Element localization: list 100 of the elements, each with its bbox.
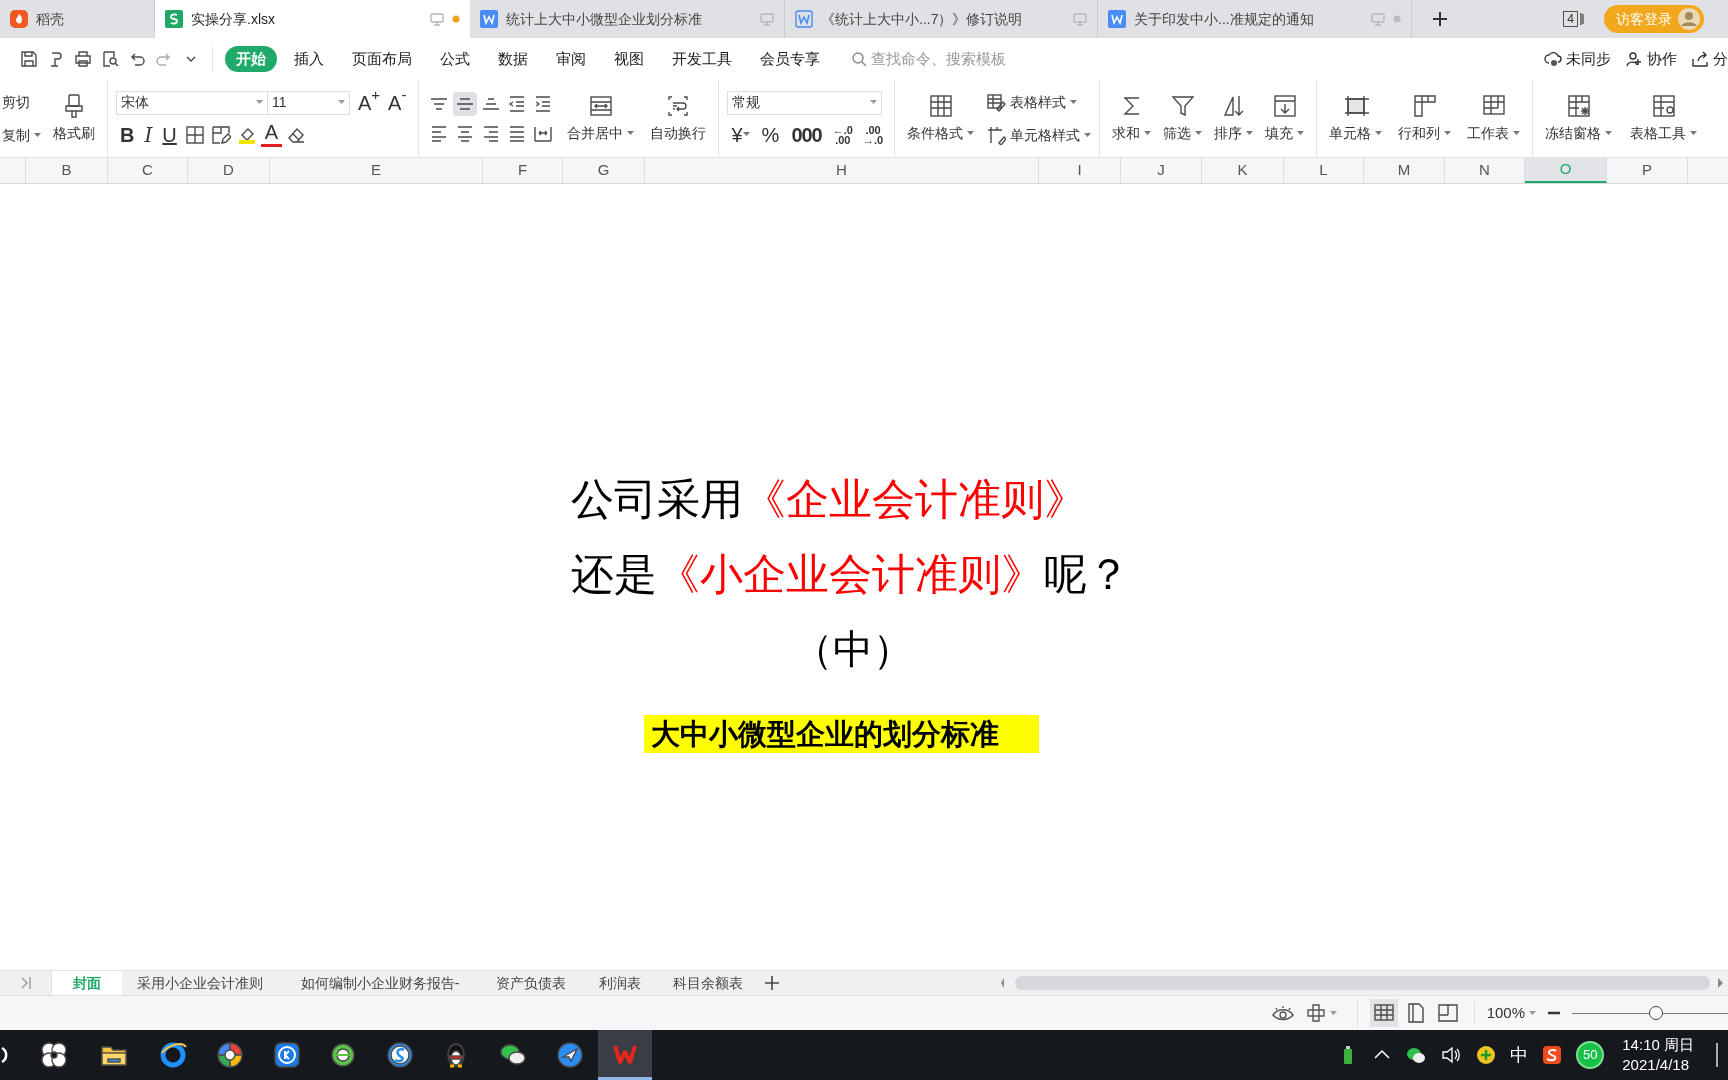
freeze-panes-icon [1565, 93, 1592, 119]
sheet-tab[interactable]: 采用小企业会计准则 [122, 971, 278, 995]
font-size-select[interactable]: 11 [268, 90, 350, 115]
column-header[interactable]: K [1202, 158, 1284, 183]
plus-circle-icon [1476, 1045, 1497, 1065]
search-icon [851, 51, 867, 67]
ribbon-button[interactable]: 剪切 [2, 91, 41, 113]
column-header[interactable]: D [188, 158, 270, 183]
document-icon [1108, 10, 1126, 28]
ribbon-button[interactable]: 格式刷 [49, 84, 99, 153]
ribbon-button[interactable]: 求和 [1108, 84, 1156, 153]
rounded-square-app-icon [272, 1041, 301, 1069]
tray-icon[interactable] [1542, 1045, 1563, 1065]
sogou-icon [1542, 1045, 1563, 1065]
menu-tab[interactable]: 会员专享 [749, 46, 831, 72]
format-button[interactable]: ¥ [727, 122, 754, 147]
menu-tab[interactable]: 视图 [603, 46, 655, 72]
ribbon-button[interactable]: 排序 [1210, 84, 1258, 153]
ribbon-button[interactable]: 合并居中 [563, 84, 639, 153]
toolbar-button[interactable] [20, 50, 38, 68]
format-button[interactable]: A$^{-}$ [384, 90, 411, 115]
decimal-button[interactable]: .00 →.0 [859, 124, 887, 145]
toolbar-button[interactable]: 分 [1691, 47, 1728, 71]
format-button[interactable]: B [116, 122, 139, 147]
format-button[interactable]: A$^{+}$ [354, 90, 385, 115]
number-format-select[interactable]: 常规 [727, 90, 883, 115]
toolbar-button[interactable] [74, 50, 92, 68]
column-header[interactable]: I [1039, 158, 1121, 183]
sheet-tab[interactable]: 利润表 [580, 971, 660, 995]
toolbar-button[interactable] [1271, 1005, 1294, 1021]
column-header[interactable]: P [1607, 158, 1688, 183]
caret-icon [256, 100, 263, 105]
ribbon-button[interactable]: 工作表 [1463, 84, 1525, 153]
print-icon [74, 50, 92, 68]
ribbon-button[interactable]: 条件格式 [903, 84, 979, 153]
caret-icon [1329, 1010, 1337, 1016]
zoom-slider[interactable] [1572, 1005, 1728, 1021]
format-button[interactable]: % [757, 122, 784, 147]
slider-thumb[interactable] [1649, 1006, 1664, 1020]
sheet-tab[interactable]: 如何编制小企业财务报告- [278, 971, 482, 995]
menu-tab[interactable]: 开发工具 [661, 46, 743, 72]
ribbon-button[interactable]: 填充 [1261, 84, 1309, 153]
column-header[interactable]: H [645, 158, 1039, 183]
ribbon-button[interactable]: 表格样式 [986, 91, 1092, 113]
toolbar-button[interactable]: 未同步 [1544, 47, 1611, 71]
input-method-indicator[interactable]: 中 [1510, 1041, 1529, 1069]
column-header[interactable]: M [1364, 158, 1445, 183]
search-field[interactable]: 查找命令、搜索模板 [851, 47, 1051, 71]
swirl-circle-icon [385, 1041, 414, 1069]
column-header[interactable]: L [1284, 158, 1364, 183]
ribbon-button[interactable]: 冻结窗格 [1541, 84, 1617, 153]
font-select[interactable]: 宋体 [116, 90, 268, 115]
column-header[interactable]: J [1121, 158, 1202, 183]
sheet-tab[interactable]: 资产负债表 [482, 971, 580, 995]
plus-icon [764, 975, 780, 991]
tray-icon[interactable] [1476, 1045, 1497, 1065]
menu-tab[interactable]: 插入 [283, 46, 335, 72]
scrollbar-thumb[interactable] [1015, 976, 1710, 990]
menu-tab[interactable]: 审阅 [545, 46, 597, 72]
menu-tab[interactable]: 页面布局 [341, 46, 423, 72]
caret-icon [338, 100, 345, 105]
column-header[interactable]: B [26, 158, 108, 183]
decimal-button[interactable]: ←.0 .00 [829, 124, 856, 145]
highlighted-cell: 大中小微型企业的划分标准 [644, 715, 1039, 753]
column-header[interactable]: F [483, 158, 563, 183]
ribbon-button[interactable]: 单元格样式 [986, 124, 1092, 146]
bars-icon [1580, 12, 1584, 26]
toolbar-button[interactable] [453, 91, 478, 116]
tray-icon[interactable] [1440, 1045, 1463, 1065]
menu-tab[interactable]: 数据 [487, 46, 539, 72]
view-button[interactable] [1369, 999, 1398, 1027]
document-icon [795, 10, 813, 28]
column-header[interactable]: G [563, 158, 645, 183]
column-header[interactable]: C [108, 158, 188, 183]
format-button[interactable]: A [260, 122, 283, 147]
zoom-out-button[interactable] [1548, 1011, 1560, 1015]
ribbon-button[interactable]: 单元格 [1325, 84, 1387, 153]
column-header[interactable]: E [270, 158, 483, 183]
zoom-select[interactable]: 100% [1473, 1001, 1536, 1025]
format-button[interactable]: I [140, 122, 157, 147]
align-icon [430, 97, 449, 110]
color-wheel-icon [216, 1041, 244, 1069]
ribbon-button[interactable]: 筛选 [1159, 84, 1207, 153]
ribbon-button[interactable]: 复制 [2, 124, 41, 146]
format-button[interactable]: U [158, 122, 181, 147]
caret-icon [1529, 1010, 1536, 1016]
window-count-button[interactable]: 4 [1563, 0, 1584, 38]
toolbar-button[interactable] [1305, 1003, 1337, 1023]
ribbon-button[interactable]: 自动换行 [646, 84, 711, 153]
toolbar-button[interactable] [101, 50, 119, 68]
ribbon-button[interactable]: 行和列 [1394, 84, 1456, 153]
sheet-tab[interactable]: 科目余额表 [660, 971, 756, 995]
table-tools-icon [1650, 93, 1677, 119]
menu-tab[interactable]: 公式 [429, 46, 481, 72]
ribbon-button[interactable]: 表格工具 [1626, 84, 1702, 153]
document-tab[interactable]: 实操分享.xlsx [155, 0, 470, 38]
format-button[interactable]: 000 [787, 122, 826, 147]
toolbar-button[interactable]: 协作 [1625, 47, 1677, 71]
tray-icon[interactable] [1406, 1045, 1427, 1065]
save-icon [20, 50, 38, 68]
